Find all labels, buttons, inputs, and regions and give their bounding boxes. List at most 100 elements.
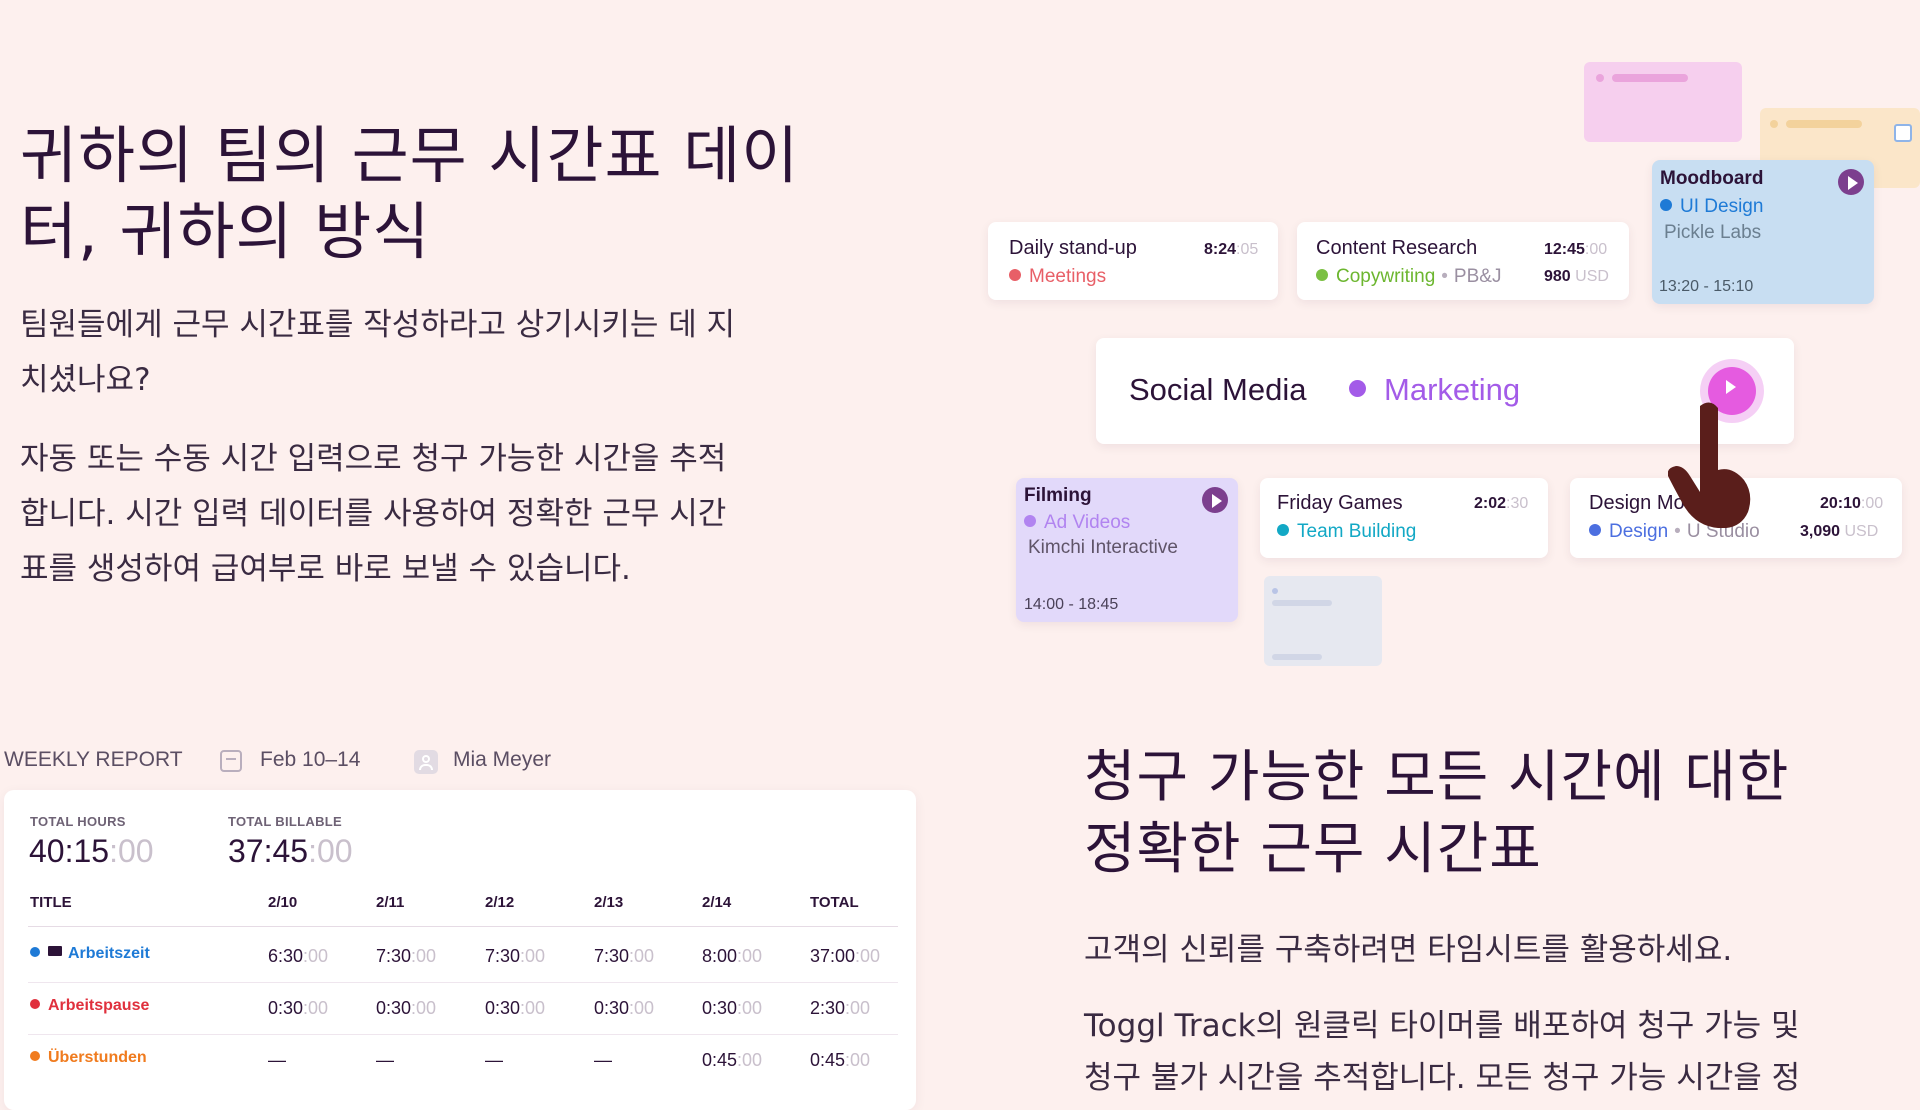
amount-value: 3,090 [1800,523,1841,540]
duration-seconds: :00 [1860,495,1884,512]
cell: 6:30:00 [268,946,328,967]
section2-paragraph-2-line2: 청구 불가 시간을 추적합니다. 모든 청구 가능 시간을 정 [1084,1060,1801,1096]
cell-seconds: :00 [629,998,655,1018]
hand-cursor-icon [1668,402,1751,528]
section2-title-line1: 청구 가능한 모든 시간에 대한 [1084,745,1790,810]
entry-duration: 2:02:30 [1474,495,1528,513]
cell-main: 0:45 [702,1050,738,1070]
cell: — [594,1050,612,1071]
total-hours-seconds: :00 [109,833,154,869]
entry-card-filming[interactable]: Filming Ad Videos Kimchi Interactive 14:… [1016,478,1238,622]
cell-main: 0:30 [376,998,412,1018]
duration-main: 12:45 [1544,241,1585,258]
row-title: Arbeitszeit [30,945,150,963]
hero-paragraph-1: 팀원들에게 근무 시간표를 작성하라고 상기시키는 데 지 치셨나요? [20,298,830,408]
entry-card-content-research[interactable]: Content Research 12:45:00 Copywriting • PB… [1297,222,1629,300]
entry-name: Moodboard [1660,168,1764,189]
play-button[interactable] [1838,169,1864,195]
column-header-day: 2/11 [376,894,405,911]
cell: 0:45:00 [702,1050,762,1071]
cell-seconds: :00 [520,998,546,1018]
entry-client: Kimchi Interactive [1028,537,1178,558]
section2-title-line2: 정확한 근무 시간표 [1084,817,1542,882]
entry-card-friday-games[interactable]: Friday Games 2:02:30 Team Building [1260,478,1548,558]
row-name: Überstunden [48,1049,147,1066]
cell-seconds: :00 [303,946,329,966]
column-header-day: 2/12 [485,894,515,911]
laptop-icon [48,946,62,956]
cell-main: — [268,1050,286,1070]
cell-seconds: :00 [845,1050,871,1070]
entry-name: Friday Games [1277,492,1403,514]
section2-paragraph-2: Toggl Track의 원클릭 타이머를 배포하여 청구 가능 및 청구 불가… [1084,1000,1914,1104]
project-dot [1009,269,1021,281]
report-date-range[interactable]: Feb 10–14 [260,748,360,772]
currency-label: USD [1844,523,1879,540]
amount-value: 980 [1544,268,1571,285]
cell: 7:30:00 [376,946,436,967]
section2-paragraph-1: 고객의 신뢰를 구축하려면 타임시트를 활용하세요. [1084,932,1733,968]
total-hours-value: 40:15:00 [29,833,154,870]
project-label: Ad Videos [1044,512,1131,533]
project-label: Marketing [1384,372,1521,407]
section2-title: 청구 가능한 모든 시간에 대한 정확한 근무 시간표 [1084,742,1904,886]
weekly-report-card: TOTAL HOURS 40:15:00 TOTAL BILLABLE 37:4… [4,790,916,1110]
cell: 0:30:00 [594,998,654,1019]
section2-paragraph-2-line1: Toggl Track의 원클릭 타이머를 배포하여 청구 가능 및 [1084,1008,1800,1044]
column-header-day: 2/14 [702,894,732,911]
entry-project: Meetings [1009,266,1106,288]
separator-dot: • [1441,266,1448,287]
cell-seconds: :00 [737,1050,763,1070]
row-divider [28,982,898,983]
entry-time-range: 13:20 - 15:10 [1659,278,1754,295]
entry-card-moodboard[interactable]: Moodboard UI Design Pickle Labs 13:20 - … [1652,160,1874,304]
play-button[interactable] [1202,487,1228,513]
row-color-dot [30,947,40,957]
entry-name: Filming [1024,485,1092,506]
total-billable-label: TOTAL BILLABLE [228,814,342,829]
entry-duration: 20:10:00 [1820,495,1883,513]
cell-main: 7:30 [376,946,412,966]
report-label: WEEKLY REPORT [4,748,183,771]
entry-project: Marketing [1349,372,1520,408]
row-title: Arbeitspause [30,997,149,1015]
cell-main: 0:45 [810,1050,846,1070]
cell-main: 7:30 [485,946,521,966]
cell-main: 37:00 [810,946,856,966]
cell: 0:30:00 [376,998,436,1019]
hero-paragraph-2-line1: 자동 또는 수동 시간 입력으로 청구 가능한 시간을 추적 [20,441,727,477]
hero-paragraph-2-line3: 표를 생성하여 급여부로 바로 보낼 수 있습니다. [20,551,631,587]
total-billable-value: 37:45:00 [228,833,353,870]
hero-paragraph-2-line2: 합니다. 시간 입력 데이터를 사용하여 정확한 근무 시간 [20,496,727,532]
project-label: UI Design [1680,196,1764,217]
entry-card-daily-standup[interactable]: Daily stand-up 8:24:05 Meetings [988,222,1278,300]
calendar-icon [1894,124,1912,142]
cell-main: — [594,1050,612,1070]
cell-seconds: :00 [411,998,437,1018]
duration-main: 2:02 [1474,495,1507,512]
total-hours-main: 40:15 [29,833,110,869]
project-dot [1660,199,1672,211]
row-color-dot [30,1051,40,1061]
hero-title-line2: 터, 귀하의 방식 [20,195,431,268]
entry-project: Team Building [1277,521,1416,543]
duration-main: 20:10 [1820,495,1861,512]
entry-amount: 980 USD [1544,268,1609,286]
duration-main: 8:24 [1204,241,1237,258]
column-header-total: TOTAL [810,894,859,911]
header-divider [28,926,898,927]
total-billable-seconds: :00 [308,833,353,869]
duration-seconds: :00 [1584,241,1608,258]
cell-main: 0:30 [594,998,630,1018]
decor-card-pink [1584,62,1742,142]
calendar-icon[interactable] [220,750,242,772]
entry-duration: 12:45:00 [1544,241,1607,259]
project-label: Copywriting [1336,266,1436,287]
currency-label: USD [1575,268,1609,285]
report-user[interactable]: Mia Meyer [453,748,551,772]
cell-seconds: :00 [737,998,763,1018]
column-header-day: 2/13 [594,894,624,911]
entry-project: Ad Videos [1024,512,1130,534]
client-label: PB&J [1453,266,1502,287]
row-name: Arbeitszeit [68,945,150,962]
